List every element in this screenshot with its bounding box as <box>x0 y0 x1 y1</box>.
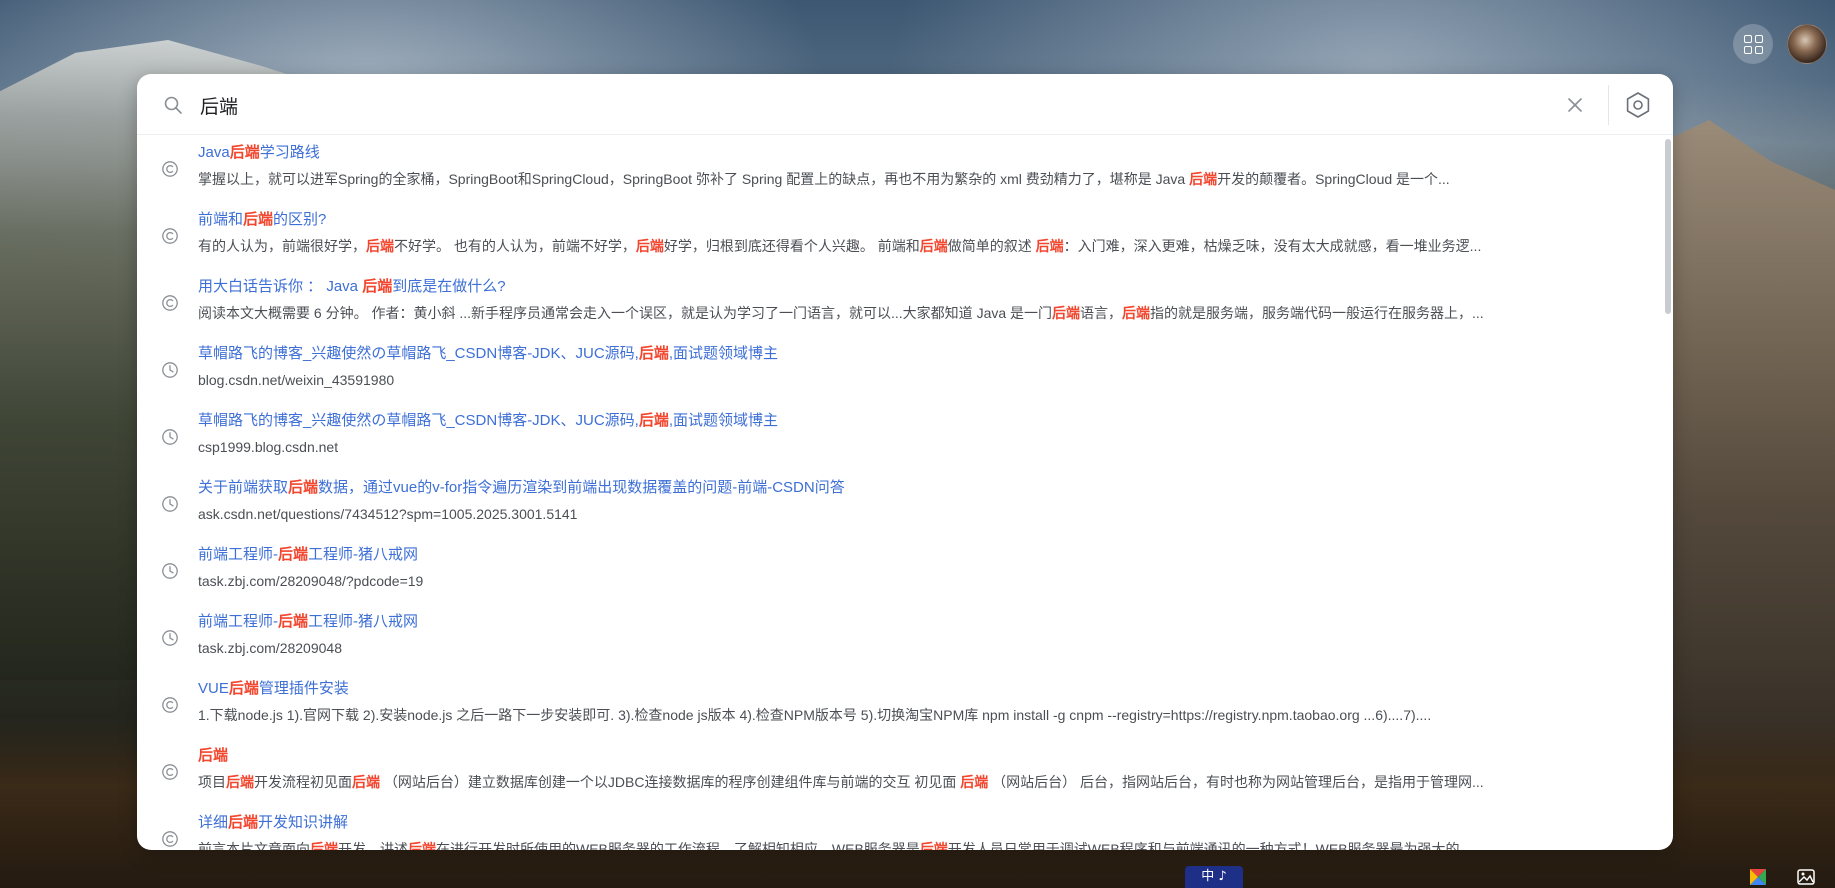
image-icon[interactable] <box>1796 867 1816 887</box>
query-highlight: 后端 <box>919 238 948 254</box>
query-highlight: 后端 <box>243 211 274 228</box>
result-title[interactable]: 草帽路飞的博客_兴趣使然の草帽路飞_CSDN博客-JDK、JUC源码,后端,面试… <box>198 344 1659 364</box>
result-url: blog.csdn.net/weixin_43591980 <box>198 372 395 388</box>
result-item[interactable]: 前端工程师-后端工程师-猪八戒网 task.zbj.com/28209048/?p… <box>137 537 1659 604</box>
query-highlight: 后端 <box>1035 238 1064 254</box>
result-snippet: 掌握以上，就可以进军Spring的全家桶，SpringBoot和SpringCl… <box>198 171 1450 187</box>
query-highlight: 后端 <box>226 774 254 790</box>
query-highlight: 后端 <box>638 345 669 362</box>
clock-icon <box>162 496 178 512</box>
copyright-circle-icon <box>162 764 178 780</box>
query-highlight: 后端 <box>1052 305 1081 321</box>
apps-grid-button[interactable] <box>1733 24 1773 64</box>
result-snippet: 项目后端开发流程初见面后端 （网站后台）建立数据库创建一个以JDBC连接数据库的… <box>198 774 1484 790</box>
copyright-circle-icon <box>162 831 178 847</box>
query-highlight: 后端 <box>638 412 669 429</box>
search-panel: Java后端学习路线掌握以上，就可以进军Spring的全家桶，SpringBoo… <box>137 74 1673 850</box>
result-item[interactable]: 后端 项目后端开发流程初见面后端 （网站后台）建立数据库创建一个以JDBC连接数据… <box>137 738 1659 805</box>
user-avatar[interactable] <box>1787 24 1827 64</box>
search-results-list: Java后端学习路线掌握以上，就可以进军Spring的全家桶，SpringBoo… <box>137 135 1659 850</box>
query-highlight: 后端 <box>198 747 229 764</box>
result-item[interactable]: 前端和后端的区别? 有的人认为，前端很好学，后端不好学。 也有的人认为，前端不好学… <box>137 202 1659 269</box>
result-item[interactable]: 草帽路飞的博客_兴趣使然の草帽路飞_CSDN博客-JDK、JUC源码,后端,面试… <box>137 336 1659 403</box>
taskbar-ime-widget[interactable]: 中 ♪ <box>1185 866 1243 888</box>
result-item[interactable]: Java后端学习路线掌握以上，就可以进军Spring的全家桶，SpringBoo… <box>137 135 1659 202</box>
result-title[interactable]: 草帽路飞的博客_兴趣使然の草帽路飞_CSDN博客-JDK、JUC源码,后端,面试… <box>198 411 1659 431</box>
clock-icon <box>162 630 178 646</box>
query-highlight: 后端 <box>228 814 259 831</box>
result-snippet: 有的人认为，前端很好学，后端不好学。 也有的人认为，前端不好学，后端好学，归根到… <box>198 238 1482 254</box>
result-url: task.zbj.com/28209048 <box>198 640 342 656</box>
query-highlight: 后端 <box>960 774 989 790</box>
search-engine-icon[interactable] <box>1624 91 1652 119</box>
result-url: csp1999.blog.csdn.net <box>198 439 339 455</box>
result-snippet: 前言本片文章面向后端开发，讲述后端在进行开发时所使用的WEB服务器的工作流程，了… <box>198 840 1638 850</box>
query-highlight: 后端 <box>229 144 260 161</box>
color-picker-icon[interactable] <box>1748 867 1768 887</box>
query-highlight: 后端 <box>278 546 309 563</box>
query-highlight: 后端 <box>362 278 393 295</box>
search-bar-divider <box>1608 85 1609 125</box>
result-url: ask.csdn.net/questions/7434512?spm=1005.… <box>198 506 578 522</box>
result-snippet: 1.下载node.js 1).官网下载 2).安装node.js 之后一路下一步… <box>198 707 1432 723</box>
copyright-circle-icon <box>162 697 178 713</box>
top-right-controls <box>1733 24 1827 64</box>
result-title[interactable]: 关于前端获取后端数据，通过vue的v-for指令遍历渲染到前端出现数据覆盖的问题… <box>198 478 1659 498</box>
result-title[interactable]: VUE后端管理插件安装 <box>198 679 1659 699</box>
query-highlight: 后端 <box>310 841 338 850</box>
copyright-circle-icon <box>162 295 178 311</box>
query-highlight: 后端 <box>352 774 380 790</box>
query-highlight: 后端 <box>288 479 319 496</box>
search-input[interactable] <box>200 88 1540 122</box>
query-highlight: 后端 <box>635 238 664 254</box>
results-scrollbar[interactable] <box>1663 135 1671 850</box>
result-title[interactable]: 前端和后端的区别? <box>198 210 1659 230</box>
clear-search-icon[interactable] <box>1564 94 1586 116</box>
result-title[interactable]: 后端 <box>198 746 1659 766</box>
result-item[interactable]: 详细后端开发知识讲解前言本片文章面向后端开发，讲述后端在进行开发时所使用的WEB… <box>137 805 1659 850</box>
clock-icon <box>162 362 178 378</box>
result-item[interactable]: 草帽路飞的博客_兴趣使然の草帽路飞_CSDN博客-JDK、JUC源码,后端,面试… <box>137 403 1659 470</box>
search-icon <box>164 96 182 114</box>
query-highlight: 后端 <box>1189 171 1218 187</box>
result-title[interactable]: 前端工程师-后端工程师-猪八戒网 <box>198 545 1659 565</box>
result-title[interactable]: 详细后端开发知识讲解 <box>198 813 1659 833</box>
result-item[interactable]: VUE后端管理插件安装 1.下载node.js 1).官网下载 2).安装node… <box>137 671 1659 738</box>
query-highlight: 后端 <box>278 613 309 630</box>
query-highlight: 后端 <box>919 841 948 850</box>
result-item[interactable]: 关于前端获取后端数据，通过vue的v-for指令遍历渲染到前端出现数据覆盖的问题… <box>137 470 1659 537</box>
result-item[interactable]: 用大白话告诉你 ： Java 后端到底是在做什么? 阅读本文大概需要 6 分钟。 … <box>137 269 1659 336</box>
query-highlight: 后端 <box>366 238 394 254</box>
copyright-circle-icon <box>162 228 178 244</box>
copyright-circle-icon <box>162 161 178 177</box>
search-bar <box>137 74 1673 135</box>
result-title[interactable]: Java后端学习路线 <box>198 143 1659 163</box>
apps-grid-icon <box>1743 34 1763 54</box>
result-title[interactable]: 用大白话告诉你 ： Java 后端到底是在做什么? <box>198 277 1659 297</box>
result-item[interactable]: 前端工程师-后端工程师-猪八戒网 task.zbj.com/28209048 <box>137 604 1659 671</box>
result-title[interactable]: 前端工程师-后端工程师-猪八戒网 <box>198 612 1659 632</box>
clock-icon <box>162 563 178 579</box>
query-highlight: 后端 <box>228 680 259 697</box>
result-snippet: 阅读本文大概需要 6 分钟。 作者：黄小斜 ...新手程序员通常会走入一个误区，… <box>198 305 1484 321</box>
scrollbar-thumb[interactable] <box>1665 139 1671 314</box>
result-url: task.zbj.com/28209048/?pdcode=19 <box>198 573 424 589</box>
query-highlight: 后端 <box>1122 305 1151 321</box>
query-highlight: 后端 <box>408 841 436 850</box>
clock-icon <box>162 429 178 445</box>
